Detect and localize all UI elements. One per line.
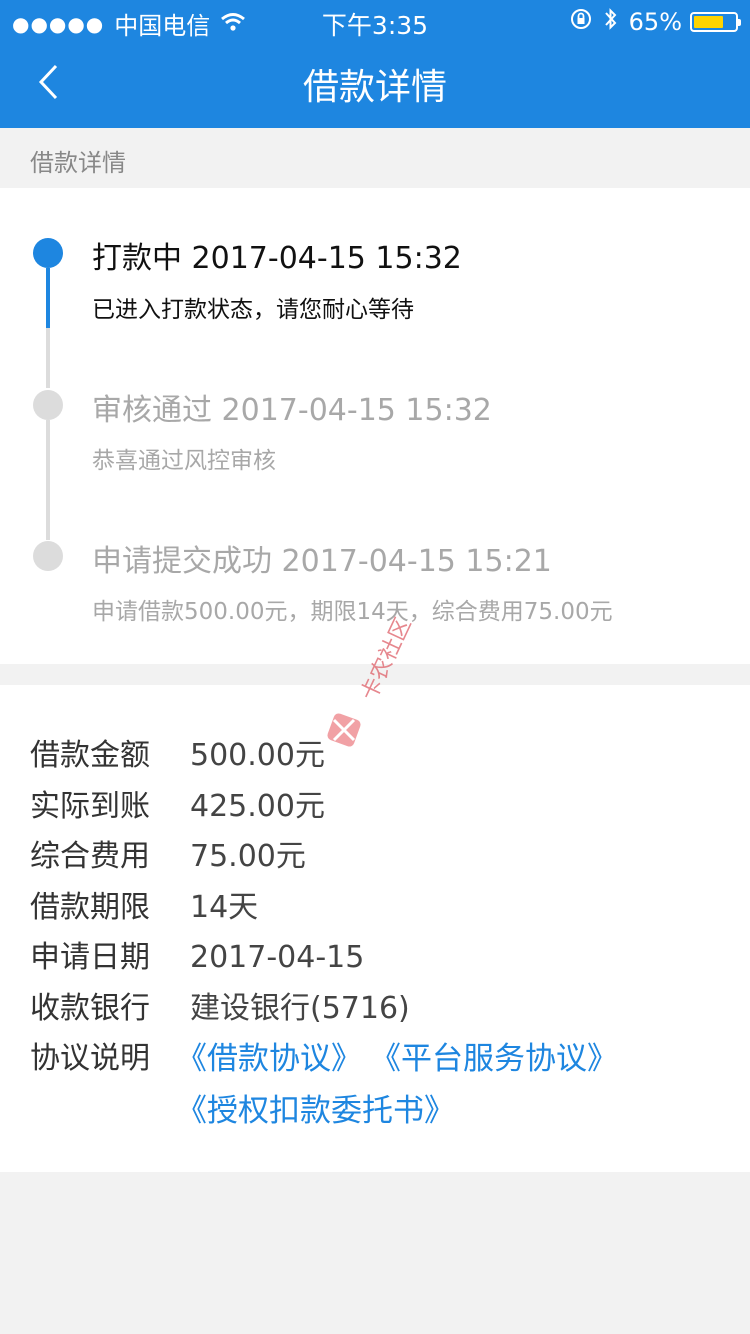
- detail-row-bank: 收款银行 建设银行(5716): [30, 983, 410, 1027]
- bluetooth-icon: [603, 6, 619, 38]
- detail-value: 14天: [190, 890, 259, 925]
- app-header: ●●●●● 中国电信 下午3:35 65% 借款详情: [0, 0, 750, 128]
- timeline-dot: [33, 390, 63, 420]
- detail-row-received: 实际到账 425.00元: [30, 781, 325, 825]
- detail-label: 实际到账: [30, 789, 150, 824]
- detail-value: 75.00元: [190, 839, 306, 874]
- detail-row-date: 申请日期 2017-04-15: [30, 932, 364, 976]
- loan-agreement-link[interactable]: 《借款协议》: [176, 1033, 362, 1078]
- debit-authorization-link[interactable]: 《授权扣款委托书》: [176, 1085, 455, 1130]
- detail-value: 2017-04-15: [190, 940, 365, 975]
- timeline-dot: [33, 541, 63, 571]
- status-bar: ●●●●● 中国电信 下午3:35 65%: [0, 0, 750, 40]
- rotation-lock-icon: [569, 7, 593, 37]
- watermark-logo: 卡农社区: [316, 590, 436, 755]
- timeline-line: [46, 328, 50, 388]
- svg-text:卡农社区: 卡农社区: [357, 614, 417, 704]
- battery-percent: 65%: [628, 8, 682, 36]
- section-label: 借款详情: [30, 149, 126, 177]
- detail-label: 申请日期: [30, 940, 150, 975]
- detail-label: 收款银行: [30, 991, 150, 1026]
- timeline-step-title: 申请提交成功 2017-04-15 15:21: [92, 544, 552, 579]
- timeline-line-active: [46, 268, 50, 328]
- page-title: 借款详情: [302, 67, 447, 108]
- timeline-step-desc: 恭喜通过风控审核: [92, 448, 276, 474]
- timeline-step-title: 打款中 2017-04-15 15:32: [92, 241, 462, 276]
- detail-label: 借款期限: [30, 890, 150, 925]
- platform-service-agreement-link[interactable]: 《平台服务协议》: [370, 1033, 618, 1078]
- battery-icon: [690, 12, 741, 32]
- detail-value: 425.00元: [190, 789, 325, 824]
- detail-row-fee: 综合费用 75.00元: [30, 831, 306, 875]
- detail-row-agreements: 协议说明: [30, 1033, 190, 1077]
- detail-row-term: 借款期限 14天: [30, 882, 258, 926]
- detail-label: 综合费用: [30, 839, 150, 874]
- detail-row-loan-amount: 借款金额 500.00元: [30, 730, 325, 774]
- loan-details-card: 借款金额 500.00元 实际到账 425.00元 综合费用 75.00元 借款期限 1…: [0, 685, 750, 1172]
- detail-value: 建设银行(5716): [190, 991, 410, 1026]
- timeline-step-desc: 已进入打款状态，请您耐心等待: [92, 297, 414, 323]
- detail-label: 协议说明: [30, 1041, 150, 1076]
- timeline-line: [46, 420, 50, 540]
- detail-label: 借款金额: [30, 738, 150, 773]
- timeline-step-title: 审核通过 2017-04-15 15:32: [92, 393, 492, 428]
- detail-value: 500.00元: [190, 738, 325, 773]
- timeline-dot-active: [33, 238, 63, 268]
